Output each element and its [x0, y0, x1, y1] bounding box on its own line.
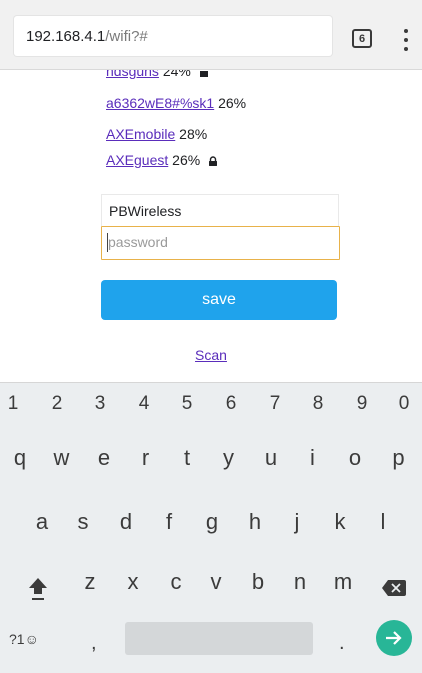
key-a[interactable]: a	[30, 511, 54, 533]
network-signal: 26%	[218, 95, 247, 111]
key-w[interactable]: w	[50, 447, 74, 469]
lock-icon	[199, 71, 208, 77]
comma-key[interactable]: ,	[91, 632, 97, 655]
network-signal: 28%	[179, 126, 208, 142]
scan-link[interactable]: Scan	[195, 347, 227, 363]
network-link[interactable]: AXEmobile	[106, 126, 175, 142]
key-x[interactable]: x	[121, 571, 145, 593]
key-p[interactable]: p	[387, 447, 411, 469]
network-item: AXEguest 26%	[106, 152, 218, 168]
key-1[interactable]: 1	[1, 394, 25, 413]
url-path: /wifi?#	[105, 27, 148, 45]
network-link[interactable]: a6362wE8#%sk1	[106, 95, 214, 111]
key-t[interactable]: t	[175, 447, 199, 469]
key-6[interactable]: 6	[219, 394, 243, 413]
network-link[interactable]: AXEguest	[106, 152, 168, 168]
key-j[interactable]: j	[285, 511, 309, 533]
key-7[interactable]: 7	[263, 394, 287, 413]
key-y[interactable]: y	[217, 447, 241, 469]
key-5[interactable]: 5	[175, 394, 199, 413]
network-signal: 26%	[172, 152, 201, 168]
key-9[interactable]: 9	[350, 394, 374, 413]
key-i[interactable]: i	[301, 447, 325, 469]
key-v[interactable]: v	[204, 571, 228, 593]
space-key[interactable]	[125, 622, 313, 655]
key-r[interactable]: r	[134, 447, 158, 469]
ssid-field[interactable]: PBWireless	[101, 194, 339, 226]
key-q[interactable]: q	[8, 447, 32, 469]
network-item: a6362wE8#%sk1 26%	[106, 95, 246, 111]
overflow-menu-icon[interactable]	[396, 29, 416, 51]
key-k[interactable]: k	[328, 511, 352, 533]
key-h[interactable]: h	[243, 511, 267, 533]
key-g[interactable]: g	[200, 511, 224, 533]
key-s[interactable]: s	[71, 511, 95, 533]
key-n[interactable]: n	[288, 571, 312, 593]
key-o[interactable]: o	[343, 447, 367, 469]
key-e[interactable]: e	[92, 447, 116, 469]
enter-key[interactable]	[376, 620, 412, 656]
key-c[interactable]: c	[164, 571, 188, 593]
lock-icon	[209, 156, 218, 166]
key-2[interactable]: 2	[45, 394, 69, 413]
page-content: ndsguns 24% a6362wE8#%sk1 26% AXEmobile …	[0, 70, 422, 382]
key-f[interactable]: f	[157, 511, 181, 533]
password-field[interactable]: password	[101, 226, 340, 260]
key-m[interactable]: m	[331, 571, 355, 593]
backspace-key-icon[interactable]	[382, 580, 406, 596]
shift-key-icon[interactable]	[27, 576, 49, 602]
tab-switcher-button[interactable]: 6	[352, 29, 372, 48]
save-button[interactable]: save	[101, 280, 337, 320]
key-4[interactable]: 4	[132, 394, 156, 413]
key-z[interactable]: z	[78, 571, 102, 593]
soft-keyboard: 1234567890 qwertyuiop asdfghjkl zxcvbnm …	[0, 382, 422, 673]
browser-toolbar: 192.168.4.1/wifi?# 6	[0, 0, 422, 70]
address-bar[interactable]: 192.168.4.1/wifi?#	[14, 16, 332, 56]
key-8[interactable]: 8	[306, 394, 330, 413]
arrow-right-icon	[386, 631, 402, 645]
network-signal: 24%	[162, 70, 191, 79]
scan-row: Scan	[0, 347, 422, 363]
network-item: ndsguns 24%	[106, 70, 209, 79]
key-l[interactable]: l	[371, 511, 395, 533]
key-0[interactable]: 0	[392, 394, 416, 413]
text-cursor	[107, 233, 108, 252]
network-item: AXEmobile 28%	[106, 126, 207, 142]
period-key[interactable]: .	[339, 632, 345, 655]
key-u[interactable]: u	[259, 447, 283, 469]
url-host: 192.168.4.1	[26, 27, 106, 45]
network-link[interactable]: ndsguns	[106, 70, 159, 79]
key-3[interactable]: 3	[88, 394, 112, 413]
symbols-key[interactable]: ?1☺	[9, 631, 39, 647]
key-d[interactable]: d	[114, 511, 138, 533]
key-b[interactable]: b	[246, 571, 270, 593]
